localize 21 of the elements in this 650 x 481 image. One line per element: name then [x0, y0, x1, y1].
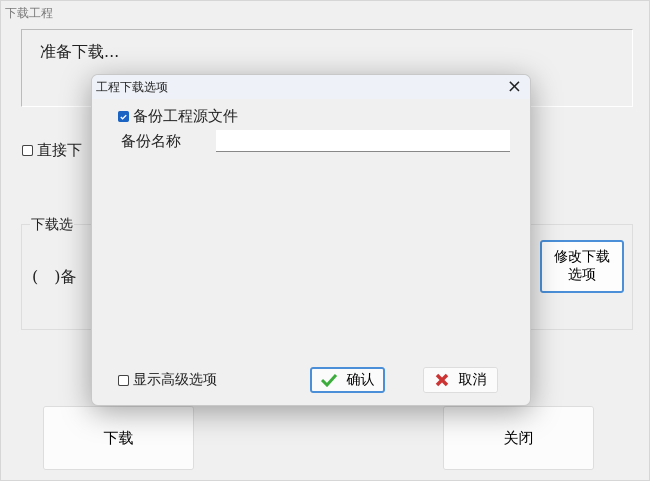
check-icon	[320, 373, 336, 387]
checkbox-label: 直接下	[37, 141, 82, 160]
checkbox-label: 备份工程源文件	[133, 107, 238, 126]
window-title: 下载工程	[4, 5, 54, 21]
group-legend: 下载选	[30, 216, 74, 234]
cross-icon	[434, 373, 448, 387]
checkbox-label: 显示高级选项	[133, 371, 217, 389]
cancel-button[interactable]: 取消	[423, 367, 498, 393]
options-summary: ( )备	[32, 266, 76, 288]
confirm-button[interactable]: 确认	[310, 367, 385, 393]
download-button[interactable]: 下载	[43, 406, 194, 470]
close-button[interactable]: 关闭	[443, 406, 594, 470]
close-icon[interactable]: ×	[506, 78, 522, 96]
dialog-title: 工程下载选项	[96, 78, 168, 96]
checkbox[interactable]	[118, 111, 129, 122]
backup-name-field[interactable]	[216, 130, 510, 152]
checkbox[interactable]	[118, 374, 129, 386]
field-label: 备份名称	[120, 132, 182, 150]
checkbox[interactable]	[22, 145, 33, 156]
modify-options-button[interactable]: 修改下载选项	[540, 240, 624, 292]
status-text: 准备下载...	[40, 42, 120, 61]
